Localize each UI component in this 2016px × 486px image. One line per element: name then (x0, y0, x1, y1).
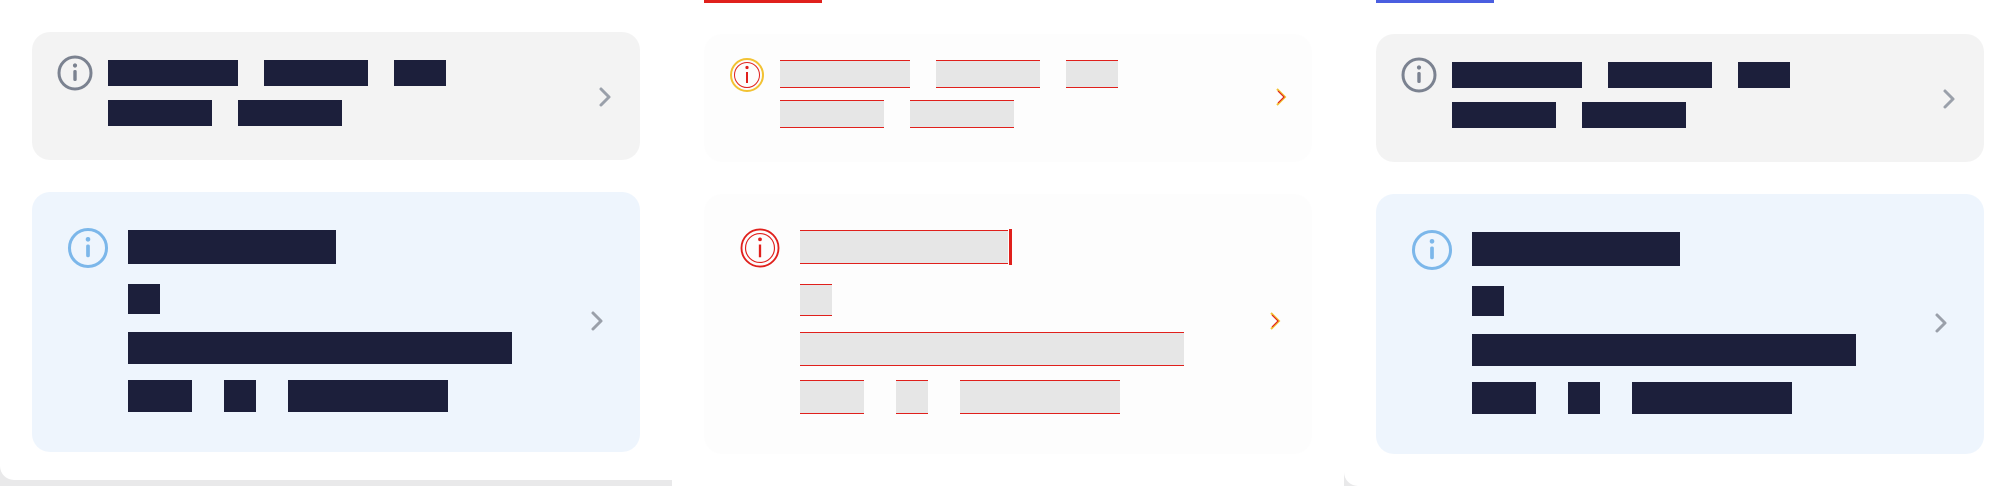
redacted-text (1632, 382, 1792, 414)
redacted-text (288, 380, 448, 412)
redacted-text (224, 380, 256, 412)
preview-panel-right (1344, 0, 2016, 486)
redacted-text (800, 380, 864, 414)
info-circle-icon (728, 56, 766, 94)
info-circle-icon (738, 226, 782, 270)
redacted-text (108, 100, 212, 126)
redacted-text (128, 284, 160, 314)
redacted-text (394, 60, 446, 86)
preview-panel-left (0, 0, 672, 480)
info-card-compact[interactable] (1376, 34, 1984, 162)
info-card-expanded[interactable] (32, 192, 640, 452)
chevron-right-icon (1934, 312, 1948, 334)
redacted-text (1452, 102, 1556, 128)
redacted-text (1568, 382, 1600, 414)
redacted-text (1066, 60, 1118, 88)
info-card-expanded[interactable] (1376, 194, 1984, 454)
redacted-text (128, 380, 192, 412)
redacted-text (1452, 62, 1582, 88)
redacted-text (1608, 62, 1712, 88)
info-circle-icon (56, 54, 94, 92)
redacted-text (238, 100, 342, 126)
redacted-text (800, 284, 832, 316)
info-card-compact[interactable] (32, 32, 640, 160)
redacted-text (1472, 232, 1680, 266)
active-tab-indicator (1376, 0, 1494, 3)
redacted-text (128, 332, 512, 364)
redacted-text (1738, 62, 1790, 88)
redacted-text (960, 380, 1120, 414)
redacted-text (1472, 286, 1504, 316)
redacted-text (910, 100, 1014, 128)
redacted-text (896, 380, 928, 414)
redacted-text (128, 230, 336, 264)
chevron-right-icon (598, 86, 612, 108)
redacted-text (1472, 334, 1856, 366)
redacted-text (936, 60, 1040, 88)
active-tab-indicator (704, 0, 822, 3)
redacted-text (800, 229, 1012, 265)
preview-panel-middle-debug (672, 0, 1344, 486)
screenshot-stage (0, 0, 2016, 486)
redacted-text (1582, 102, 1686, 128)
chevron-right-icon (1274, 86, 1288, 108)
info-circle-icon (66, 226, 110, 270)
info-card-expanded-debug[interactable] (704, 194, 1312, 454)
info-card-compact-debug[interactable] (704, 34, 1312, 162)
chevron-right-icon (1268, 310, 1282, 332)
redacted-text (780, 60, 910, 88)
chevron-right-icon (590, 310, 604, 332)
redacted-text (780, 100, 884, 128)
info-circle-icon (1410, 228, 1454, 272)
redacted-text (800, 332, 1184, 366)
redacted-text (1472, 382, 1536, 414)
redacted-text (264, 60, 368, 86)
redacted-text (108, 60, 238, 86)
chevron-right-icon (1942, 88, 1956, 110)
info-circle-icon (1400, 56, 1438, 94)
